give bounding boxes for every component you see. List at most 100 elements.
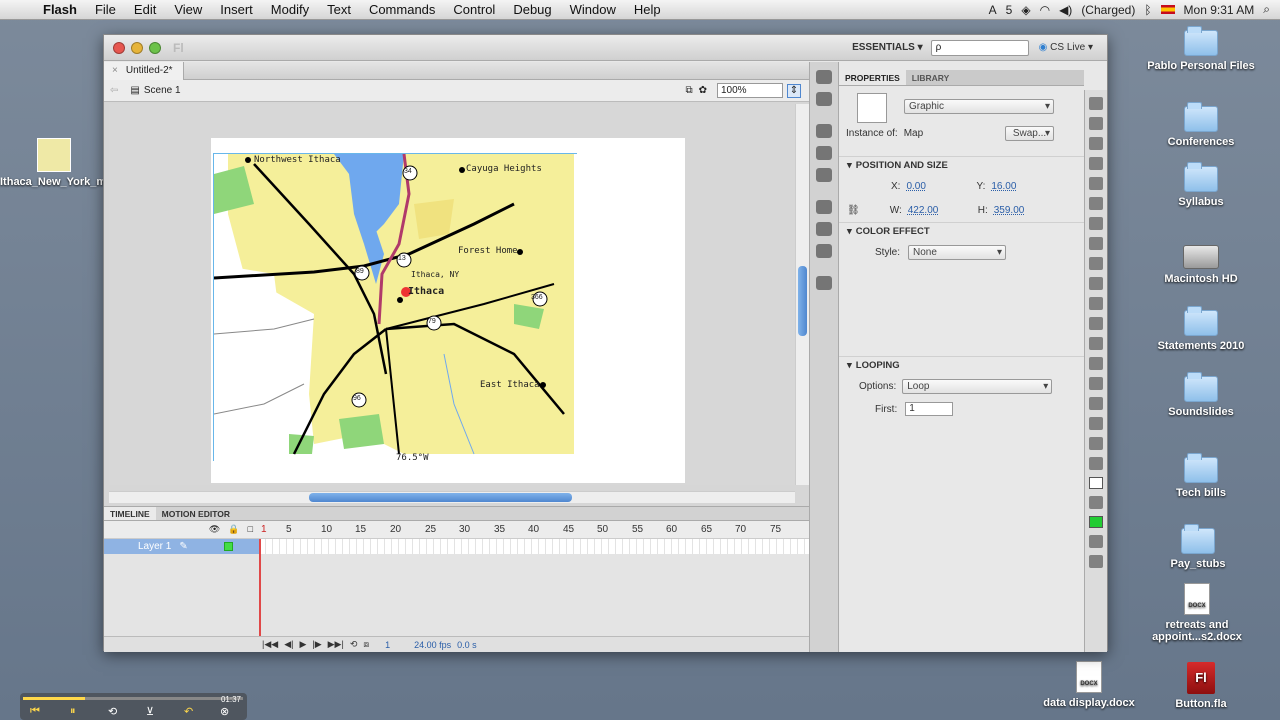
align-icon[interactable] [816, 124, 832, 138]
layer-color-swatch[interactable] [223, 542, 233, 551]
bone-tool-icon[interactable] [1089, 337, 1103, 350]
document-tab[interactable]: × Untitled-2* [104, 61, 184, 80]
zoom-tool-icon[interactable] [1089, 437, 1103, 450]
workspace-switcher[interactable]: ESSENTIALS ▾ [852, 42, 931, 53]
desktop-file-gif[interactable]: Ithaca_New_York_map_2.gif [0, 138, 148, 188]
stage-vertical-scrollbar[interactable] [795, 104, 809, 485]
stroke-color-icon[interactable] [1089, 457, 1103, 470]
tab-close-icon[interactable]: × [112, 65, 118, 76]
stroke-color-swatch[interactable] [1089, 477, 1103, 489]
info-icon[interactable] [816, 146, 832, 160]
step-forward-button[interactable]: |▶ [312, 639, 321, 650]
link-icon[interactable]: ⛓ [847, 205, 860, 216]
frame-ruler[interactable]: 1 5 10 15 20 25 30 35 40 45 50 55 60 65 [259, 521, 809, 539]
zoom-dropdown-icon[interactable]: ⇕ [787, 83, 801, 98]
selection-tool-icon[interactable] [1089, 97, 1103, 110]
wifi-icon[interactable]: ◠ [1040, 3, 1050, 17]
looping-header[interactable]: ▾ LOOPING [839, 356, 1084, 374]
desktop-folder[interactable]: Pay_stubs [1143, 524, 1253, 570]
tab-motion-editor[interactable]: MOTION EDITOR [156, 507, 236, 520]
free-transform-tool-icon[interactable] [1089, 137, 1103, 150]
menu-modify[interactable]: Modify [262, 2, 318, 17]
pause-icon[interactable]: ⏸ [70, 705, 76, 718]
volume-icon[interactable]: ◀) [1059, 3, 1072, 17]
desktop-fla[interactable]: Fl Button.fla [1146, 662, 1256, 710]
color-effect-header[interactable]: ▾ COLOR EFFECT [839, 222, 1084, 240]
shield-icon[interactable]: ◈ [1021, 3, 1030, 17]
volume-icon[interactable]: ⊻ [146, 705, 154, 718]
menu-edit[interactable]: Edit [125, 2, 165, 17]
height-field[interactable]: 359.00 [994, 205, 1025, 216]
battery-status[interactable]: (Charged) [1081, 3, 1135, 17]
subselection-tool-icon[interactable] [1089, 117, 1103, 130]
fill-color-swatch[interactable] [1089, 516, 1103, 528]
go-to-end-button[interactable]: ▶▶| [328, 639, 344, 650]
desktop-folder[interactable]: Conferences [1146, 102, 1256, 148]
width-field[interactable]: 422.00 [908, 205, 978, 216]
desktop-folder[interactable]: Soundslides [1146, 372, 1256, 418]
cs-live-button[interactable]: ◉ CS Live ▾ [1039, 42, 1107, 53]
y-field[interactable]: 16.00 [991, 181, 1016, 192]
layer-cell[interactable]: Layer 1 ✎ [104, 539, 259, 554]
style-dropdown[interactable]: None [908, 244, 1007, 260]
replay-icon[interactable]: ↶ [184, 705, 193, 718]
lock-icon[interactable]: 🔒 [228, 524, 239, 535]
motion-presets-icon[interactable] [816, 244, 832, 258]
stage-horizontal-scrollbar[interactable] [109, 491, 795, 503]
frame-rate[interactable]: 24.00 fps [414, 640, 451, 650]
help-search-input[interactable]: ρ [930, 39, 1029, 56]
menu-control[interactable]: Control [444, 2, 504, 17]
play-button[interactable]: ▶ [299, 639, 306, 650]
tab-timeline[interactable]: TIMELINE [104, 507, 156, 520]
rewind-icon[interactable]: ⏮ [30, 705, 40, 718]
desktop-docx[interactable]: DOCX data display.docx [1034, 661, 1144, 709]
menu-file[interactable]: File [86, 2, 125, 17]
desktop-drive[interactable]: Macintosh HD [1146, 245, 1256, 285]
hand-tool-icon[interactable] [1089, 417, 1103, 430]
zoom-button[interactable] [149, 41, 161, 54]
onion-skin-icon[interactable]: ⧈ [363, 639, 369, 650]
position-size-header[interactable]: ▾ POSITION AND SIZE [839, 156, 1084, 174]
layer-name[interactable]: Layer 1 [138, 541, 171, 552]
loop-options-dropdown[interactable]: Loop [902, 378, 1053, 394]
text-tool-icon[interactable] [1089, 217, 1103, 230]
color-icon[interactable] [816, 70, 832, 84]
menu-debug[interactable]: Debug [504, 2, 560, 17]
horizontal-scroll-thumb[interactable] [309, 493, 572, 502]
components-icon[interactable] [816, 222, 832, 236]
brush-tool-icon[interactable] [1089, 297, 1103, 310]
close-button[interactable] [113, 41, 125, 54]
lasso-tool-icon[interactable] [1089, 177, 1103, 190]
first-frame-field[interactable]: 1 [905, 402, 954, 416]
menu-insert[interactable]: Insert [211, 2, 262, 17]
menu-commands[interactable]: Commands [360, 2, 444, 17]
deco-tool-icon[interactable] [1089, 317, 1103, 330]
transform-icon[interactable] [816, 168, 832, 182]
spotlight-icon[interactable]: ⌕ [1263, 2, 1270, 17]
playhead[interactable] [259, 539, 261, 651]
desktop-folder[interactable]: Statements 2010 [1146, 306, 1256, 352]
project-icon[interactable] [816, 276, 832, 290]
tab-properties[interactable]: PROPERTIES [839, 70, 906, 85]
layer-frames[interactable] [259, 539, 809, 554]
menu-text[interactable]: Text [318, 2, 360, 17]
outline-icon[interactable]: □ [248, 524, 253, 535]
menu-window[interactable]: Window [561, 2, 625, 17]
menu-app[interactable]: Flash [34, 2, 86, 17]
desktop-folder[interactable]: Pablo Personal Files [1146, 26, 1256, 72]
x-field[interactable]: 0.00 [906, 181, 976, 192]
adobe-icon[interactable]: A [989, 3, 997, 17]
edit-symbol-icon[interactable]: ✿ [699, 85, 707, 96]
minimize-button[interactable] [131, 41, 143, 54]
eyedropper-tool-icon[interactable] [1089, 377, 1103, 390]
loop-icon[interactable]: ⟲ [350, 639, 358, 650]
eye-icon[interactable]: 👁 [209, 524, 220, 535]
desktop-docx[interactable]: DOCX retreats and appoint...s2.docx [1142, 583, 1252, 643]
eraser-tool-icon[interactable] [1089, 397, 1103, 410]
clock[interactable]: Mon 9:31 AM [1184, 3, 1255, 17]
layer-row[interactable]: Layer 1 ✎ [104, 539, 809, 554]
line-tool-icon[interactable] [1089, 237, 1103, 250]
swap-button[interactable]: Swap... [1005, 126, 1054, 141]
menu-help[interactable]: Help [625, 2, 670, 17]
3d-rotation-tool-icon[interactable] [1089, 157, 1103, 170]
